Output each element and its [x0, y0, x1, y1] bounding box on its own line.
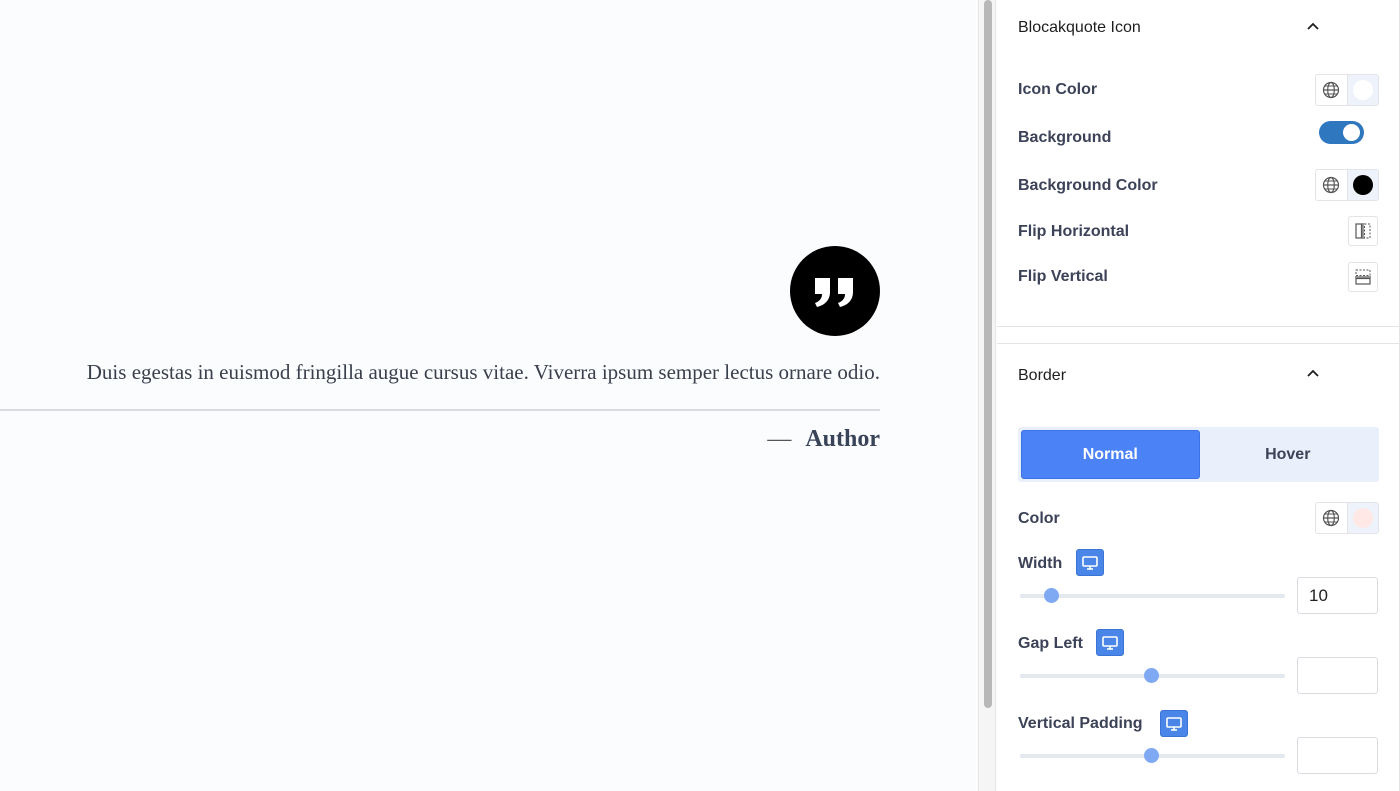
- color-swatch-button[interactable]: [1347, 503, 1378, 533]
- blockquote-divider: [0, 409, 880, 411]
- border-panel-title[interactable]: Border: [1018, 367, 1066, 385]
- gap-left-label: Gap Left: [1018, 635, 1083, 652]
- state-tabs: Normal Hover: [1018, 427, 1379, 482]
- settings-sidebar: Blocakquote Icon Icon Color Background B…: [997, 0, 1400, 791]
- quote-icon[interactable]: [790, 246, 880, 336]
- desktop-icon[interactable]: [1096, 629, 1124, 656]
- flip-vertical-label: Flip Vertical: [1018, 268, 1108, 285]
- desktop-icon[interactable]: [1076, 549, 1104, 576]
- border-width-input[interactable]: 10: [1297, 577, 1378, 614]
- border-width-slider[interactable]: [1020, 594, 1285, 598]
- author-dash: —: [767, 426, 792, 452]
- background-color-control[interactable]: [1315, 169, 1379, 201]
- flip-vertical-button[interactable]: [1348, 262, 1378, 292]
- quote-glyph-icon: [815, 278, 853, 307]
- canvas-scrollbar[interactable]: [978, 0, 996, 791]
- toggle-knob: [1343, 124, 1360, 141]
- globe-icon[interactable]: [1316, 75, 1348, 105]
- border-width-label: Width: [1018, 555, 1063, 572]
- background-color-label: Background Color: [1018, 177, 1158, 194]
- flip-horizontal-button[interactable]: [1348, 216, 1378, 246]
- color-swatch-button[interactable]: [1347, 75, 1378, 105]
- globe-icon[interactable]: [1316, 170, 1348, 200]
- background-toggle[interactable]: [1319, 121, 1364, 144]
- border-color-label: Color: [1018, 510, 1060, 527]
- blockquote-text[interactable]: Duis egestas in euismod fringilla augue …: [0, 360, 880, 385]
- section-divider: [997, 343, 1400, 344]
- background-color-swatch: [1352, 175, 1373, 195]
- icon-color-swatch: [1352, 80, 1373, 100]
- icon-color-control[interactable]: [1315, 74, 1379, 106]
- editor-canvas: Duis egestas in euismod fringilla augue …: [0, 0, 978, 791]
- vertical-padding-label: Vertical Padding: [1018, 715, 1143, 732]
- background-label: Background: [1018, 129, 1112, 146]
- globe-icon[interactable]: [1316, 503, 1348, 533]
- flip-vertical-icon: [1355, 269, 1371, 285]
- color-swatch-button[interactable]: [1347, 170, 1378, 200]
- border-color-control[interactable]: [1315, 502, 1379, 534]
- author-name: Author: [805, 426, 880, 452]
- blockquote-icon-panel-title[interactable]: Blocakquote Icon: [1018, 19, 1141, 37]
- flip-horizontal-label: Flip Horizontal: [1018, 223, 1130, 240]
- scrollbar-thumb[interactable]: [984, 0, 992, 708]
- chevron-up-icon[interactable]: [1305, 366, 1321, 382]
- section-divider: [997, 326, 1400, 327]
- blockquote-author[interactable]: — Author: [0, 426, 880, 453]
- tab-normal[interactable]: Normal: [1021, 430, 1200, 479]
- border-width-slider-thumb[interactable]: [1044, 588, 1059, 603]
- icon-color-label: Icon Color: [1018, 81, 1098, 98]
- chevron-up-icon[interactable]: [1305, 19, 1321, 35]
- border-color-swatch: [1352, 508, 1373, 528]
- tab-hover[interactable]: Hover: [1200, 430, 1377, 479]
- gap-left-slider-thumb[interactable]: [1144, 668, 1159, 683]
- vertical-padding-slider-thumb[interactable]: [1144, 748, 1159, 763]
- desktop-icon[interactable]: [1160, 710, 1188, 737]
- gap-left-input[interactable]: [1297, 657, 1378, 694]
- vertical-padding-input[interactable]: [1297, 737, 1378, 774]
- flip-horizontal-icon: [1355, 223, 1371, 239]
